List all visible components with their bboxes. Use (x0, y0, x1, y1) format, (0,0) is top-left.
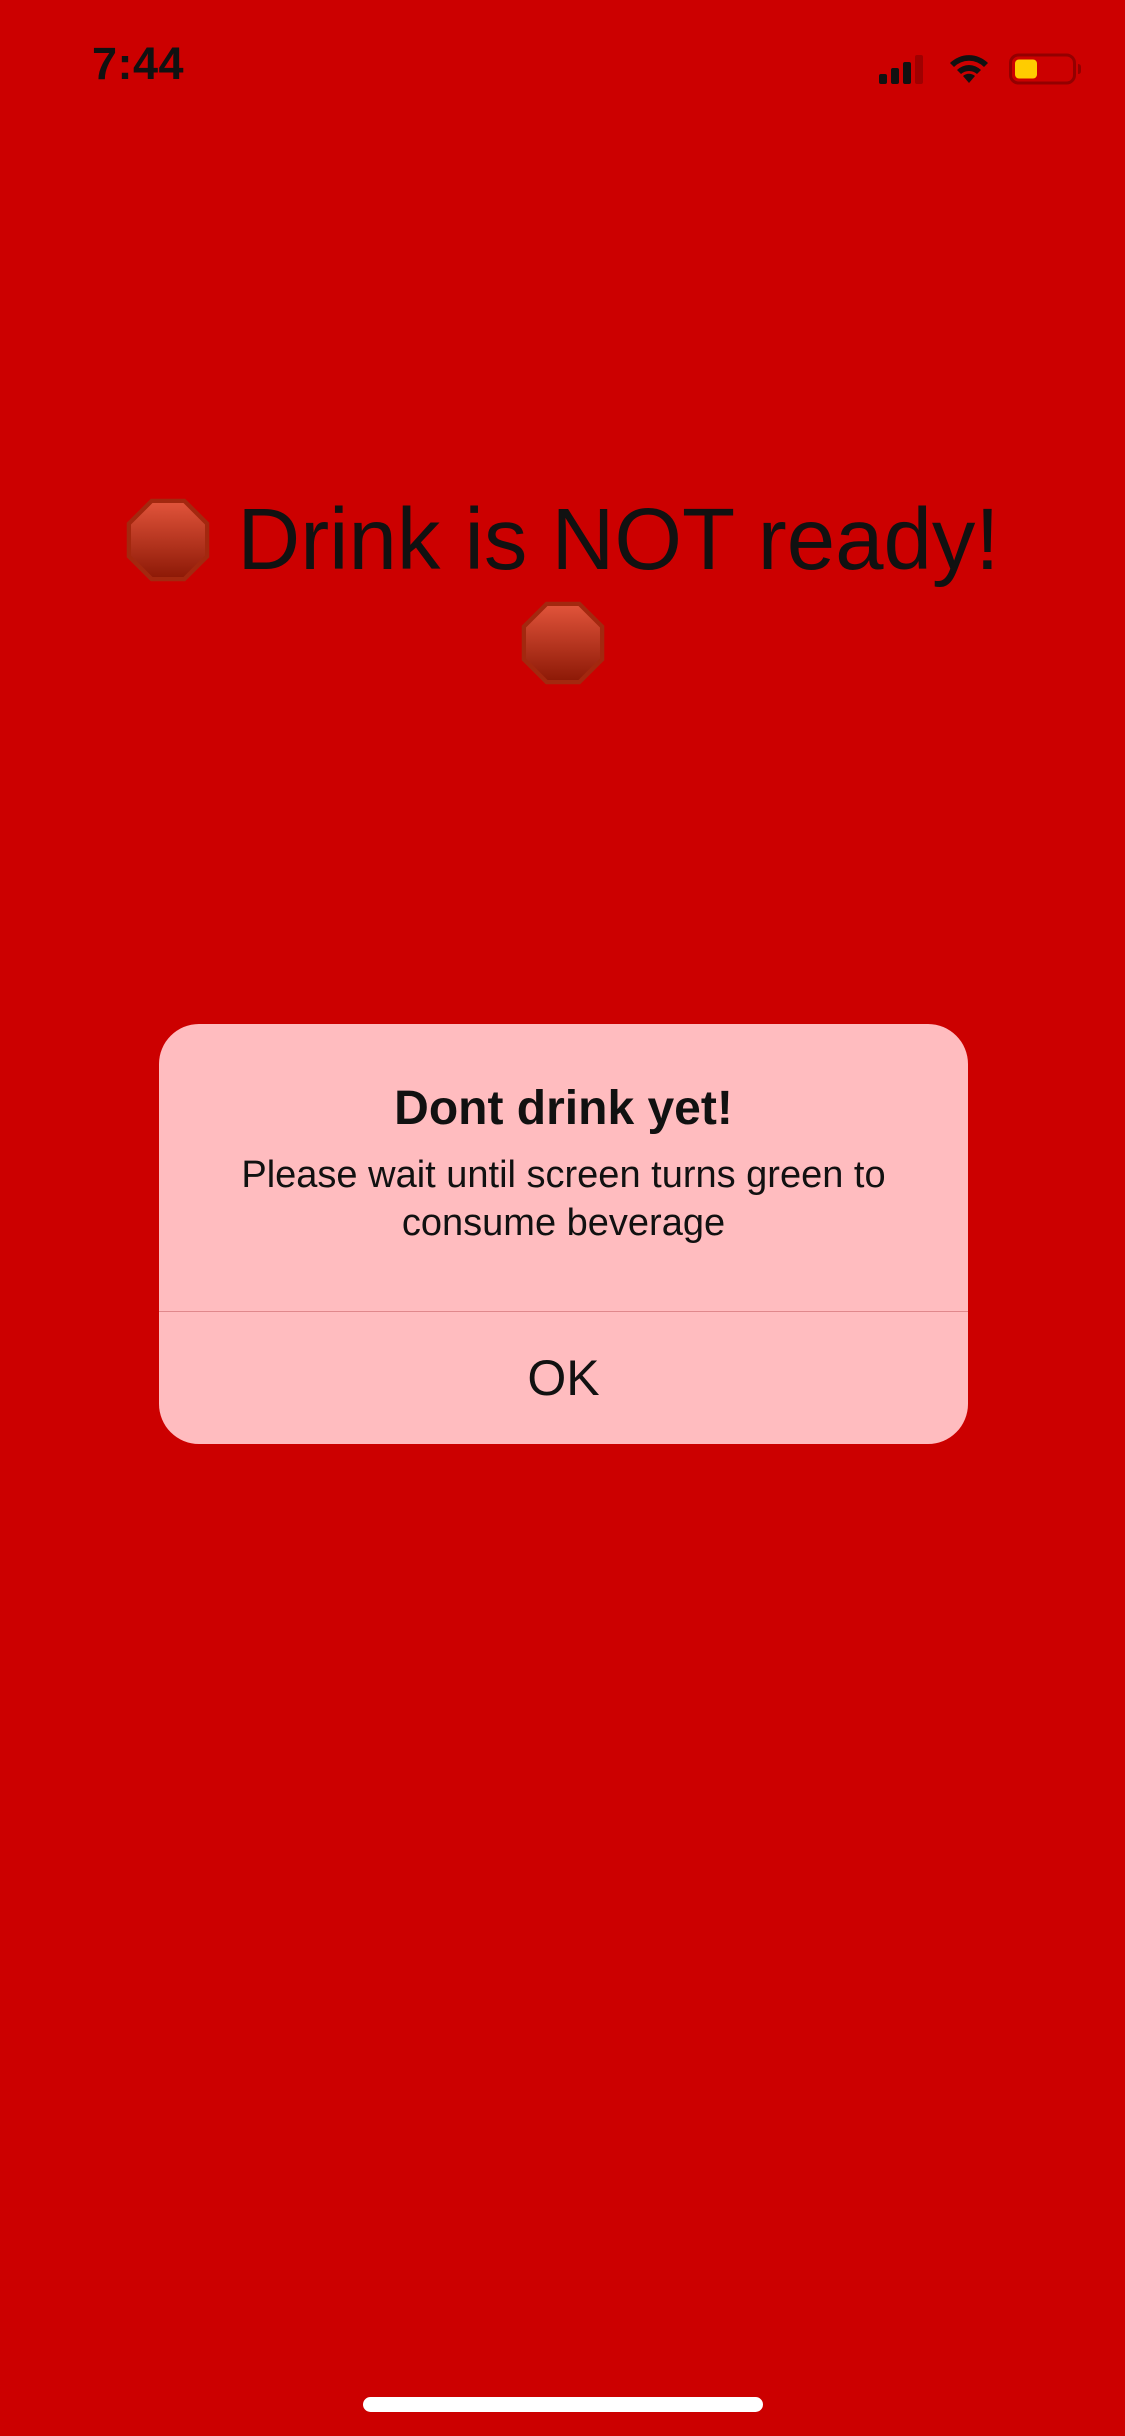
battery-icon (1009, 52, 1083, 86)
stop-sign-icon (520, 600, 606, 686)
alert-title: Dont drink yet! (394, 1082, 733, 1135)
status-time: 7:44 (92, 38, 185, 89)
wifi-icon (947, 53, 991, 85)
alert-dialog: Dont drink yet! Please wait until screen… (159, 1024, 968, 1444)
status-icons (879, 52, 1083, 86)
headline-text: Drink is NOT ready! (237, 491, 1000, 588)
alert-content: Dont drink yet! Please wait until screen… (159, 1024, 968, 1311)
cellular-signal-icon (879, 54, 929, 84)
status-bar: 7:44 (0, 0, 1125, 132)
alert-message: Please wait until screen turns green to … (241, 1154, 886, 1244)
stop-sign-icon (125, 497, 211, 583)
ok-button[interactable]: OK (159, 1312, 968, 1444)
home-indicator[interactable] (363, 2397, 763, 2412)
headline: Drink is NOT ready! (80, 478, 1045, 686)
